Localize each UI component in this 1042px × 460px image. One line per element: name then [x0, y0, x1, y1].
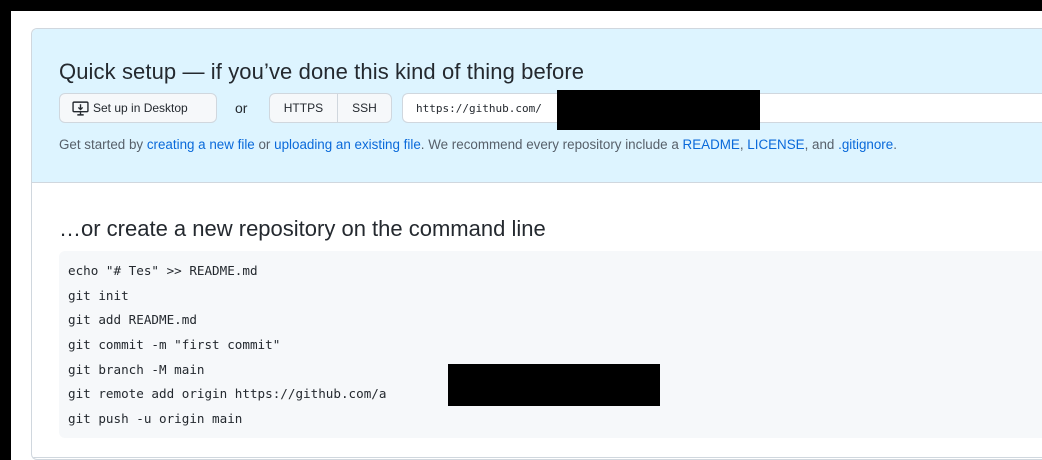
redaction-box [557, 90, 760, 130]
clone-url-text: https://github.com/ [416, 101, 542, 115]
ssh-button[interactable]: SSH [338, 94, 391, 122]
redaction-box [448, 364, 660, 406]
help-text-and: , and [804, 137, 839, 152]
quick-setup-title: Quick setup — if you’ve done this kind o… [59, 59, 585, 84]
quick-setup-box: Quick setup — if you’ve done this kind o… [32, 29, 1042, 183]
code-line: git init [68, 287, 129, 303]
license-link[interactable]: LICENSE [747, 137, 804, 152]
help-text-recommend: . We recommend every repository include … [420, 137, 683, 152]
code-line: git commit -m "first commit" [68, 337, 281, 353]
code-line: git add README.md [68, 312, 197, 328]
gitignore-link[interactable]: .gitignore [838, 137, 893, 152]
readme-link[interactable]: README [683, 137, 740, 152]
or-label: or [235, 100, 248, 116]
setup-in-desktop-label: Set up in Desktop [93, 101, 188, 115]
upload-existing-file-link[interactable]: uploading an existing file [274, 137, 421, 152]
command-line-section-title: …or create a new repository on the comma… [59, 216, 546, 241]
help-text-prefix: Get started by [59, 137, 147, 152]
https-button[interactable]: HTTPS [270, 94, 338, 122]
help-text-or: or [254, 137, 275, 152]
screenshot-frame: Quick setup — if you’ve done this kind o… [11, 11, 1042, 460]
setup-in-desktop-button[interactable]: Set up in Desktop [59, 93, 217, 123]
create-new-file-link[interactable]: creating a new file [147, 137, 255, 152]
section-divider [32, 457, 1042, 458]
help-text-period: . [893, 137, 897, 152]
empty-repo-setup-panel: Quick setup — if you’ve done this kind o… [31, 28, 1042, 460]
clone-url-row: Set up in Desktop or HTTPS SSH https://g… [59, 90, 1042, 130]
code-line: git push -u origin main [68, 411, 243, 427]
protocol-toggle: HTTPS SSH [269, 93, 392, 123]
code-line: echo "# Tes" >> README.md [68, 263, 258, 278]
command-line-code-block: echo "# Tes" >> README.md git init git a… [59, 251, 1042, 438]
quick-setup-help-text: Get started by creating a new file or up… [59, 137, 897, 152]
desktop-download-icon [72, 100, 89, 116]
